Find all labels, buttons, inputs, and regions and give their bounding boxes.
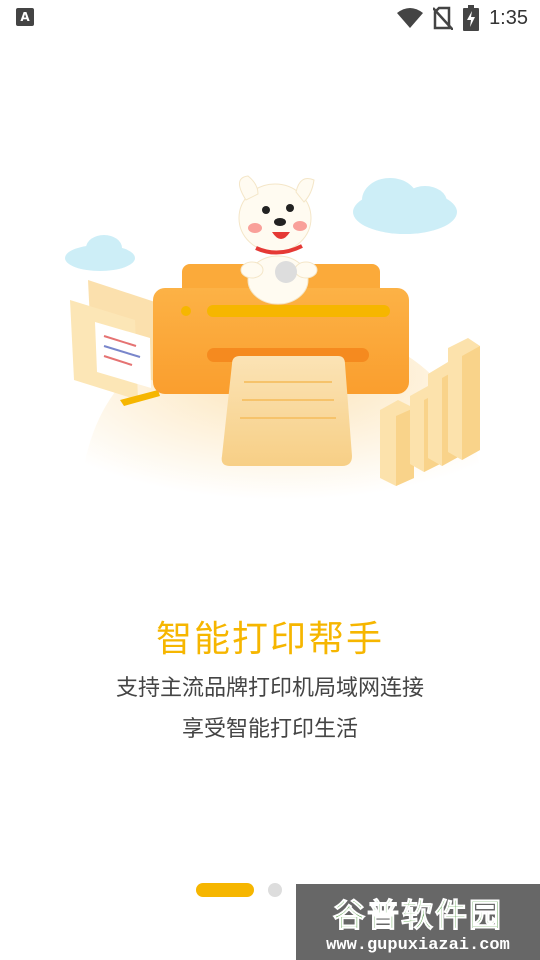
dog-mascot (238, 175, 318, 305)
onboarding-title: 智能打印帮手 (155, 619, 384, 660)
status-left: A (16, 8, 34, 26)
page-indicator (196, 883, 282, 897)
watermark-url: www.gupuxiazai.com (326, 935, 510, 955)
a-notification-icon: A (16, 8, 34, 26)
onboarding-subtitle-line2: 享受智能打印生活 (181, 717, 358, 742)
status-right: 1:35 (397, 5, 528, 31)
clock: 1:35 (489, 6, 528, 29)
watermark: 谷普软件园 www.gupuxiazai.com (296, 884, 540, 960)
page-dot-active[interactable] (196, 883, 254, 897)
no-sim-icon (433, 6, 454, 30)
status-bar: A 1:35 (0, 0, 540, 36)
page-dot[interactable] (268, 883, 282, 897)
watermark-brand: 谷普软件园 (332, 895, 503, 934)
printer-illustration (65, 175, 485, 500)
onboarding-subtitle-line1: 支持主流品牌打印机局域网连接 (115, 676, 424, 701)
cloud-right (353, 178, 457, 234)
battery-charging-icon (463, 5, 480, 31)
wifi-icon (397, 8, 424, 28)
cloud-left (65, 235, 135, 271)
